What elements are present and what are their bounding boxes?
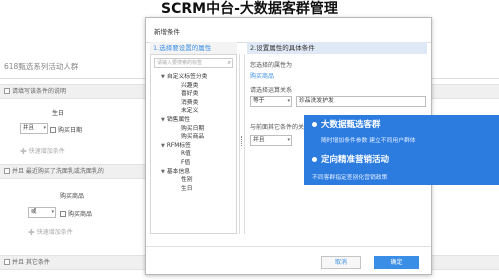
callout-title-2: 定向精准营销活动 bbox=[321, 155, 390, 165]
plus-icon: ✚ bbox=[20, 147, 27, 156]
birthday-operator-select[interactable]: 并且 ▾ bbox=[20, 123, 48, 134]
callout-desc-2: 不同客群指定差别化营销政策 bbox=[312, 175, 388, 181]
feature-callout: 大数据甄选客群 随时增加条件参数 建立不同用户群体 定向精准营销活动 不同客群指… bbox=[304, 115, 499, 185]
checkbox-icon[interactable] bbox=[4, 168, 10, 174]
tree-group[interactable]: ▼ 基本信息 bbox=[161, 168, 190, 176]
dialog-title: 新增条件 bbox=[154, 28, 180, 36]
tree-leaf[interactable]: 兴趣类 bbox=[181, 82, 198, 90]
birthday-label: 生日 bbox=[52, 110, 65, 117]
chevron-down-icon: ▾ bbox=[287, 137, 290, 143]
section-label: 并且 最近购买了洗面乳或洗面乳的 bbox=[12, 168, 104, 175]
caret-down-icon[interactable]: ▼ bbox=[161, 74, 165, 80]
caret-down-icon[interactable]: ▼ bbox=[161, 169, 165, 175]
checkbox-icon[interactable] bbox=[4, 259, 10, 265]
checkbox-icon[interactable] bbox=[50, 127, 56, 133]
drag-handle-icon[interactable] bbox=[241, 136, 243, 146]
callout-title-1: 大数据甄选客群 bbox=[321, 120, 381, 130]
bullet-icon bbox=[312, 122, 317, 127]
buy-product-value: 购买商品 bbox=[60, 209, 92, 218]
section-label: 并且 其它条件 bbox=[12, 259, 50, 266]
tree-leaf[interactable]: 喜好类 bbox=[181, 90, 198, 98]
bullet-icon bbox=[312, 157, 317, 162]
tree-leaf[interactable]: F值 bbox=[181, 159, 190, 167]
buy-product-label: 购买商品 bbox=[60, 193, 85, 200]
attribute-tree-panel: 请输入要搜索的标签 ⌕ ▼ 自定义标签分类 兴趣类 喜好类 消费类 未定义 ▼ 销售属性 购买日期… bbox=[150, 54, 237, 234]
chevron-down-icon: ▾ bbox=[43, 125, 46, 131]
section-label: 请填写该条件的说明 bbox=[12, 88, 67, 95]
cancel-button[interactable]: 取消 bbox=[321, 256, 361, 269]
tree-leaf[interactable]: R值 bbox=[181, 150, 191, 158]
plus-icon: ✚ bbox=[28, 228, 35, 237]
tree-leaf[interactable]: 性别 bbox=[181, 176, 193, 184]
add-condition-link[interactable]: ✚ 快速增加条件 bbox=[20, 146, 65, 156]
checkbox-icon[interactable] bbox=[60, 211, 66, 217]
screenshot-root: SCRM中台-大数据客群管理 618甄选系列活动人群 请填写该条件的说明 生日 … bbox=[0, 0, 499, 280]
tree-leaf[interactable]: 未定义 bbox=[181, 107, 198, 115]
tree-leaf[interactable]: 生日 bbox=[181, 185, 193, 193]
dialog-footer-divider bbox=[146, 246, 431, 247]
headline: SCRM中台-大数据客群管理 bbox=[161, 1, 338, 17]
selected-attr-value[interactable]: 购买商品 bbox=[250, 71, 274, 80]
panel-splitter[interactable] bbox=[239, 54, 245, 234]
relation-select[interactable]: 并且 ▾ bbox=[250, 135, 292, 146]
operator-label: 请选择运算关系 bbox=[250, 87, 293, 94]
selected-attr-label: 您选择的属性为 bbox=[250, 62, 293, 69]
tree-leaf[interactable]: 购买日期 bbox=[181, 125, 204, 133]
operator-select[interactable]: 等于 ▾ bbox=[250, 96, 292, 107]
confirm-button[interactable]: 确定 bbox=[374, 256, 419, 269]
caret-down-icon[interactable]: ▼ bbox=[161, 117, 165, 123]
checkbox-icon[interactable] bbox=[4, 88, 10, 94]
tree-group[interactable]: ▼ RFM标签 bbox=[161, 142, 191, 150]
add-condition-link-2[interactable]: ✚ 快速增加条件 bbox=[28, 227, 73, 237]
buy-product-operator-select[interactable]: 或 ▾ bbox=[28, 207, 56, 218]
tree-group[interactable]: ▼ 销售属性 bbox=[161, 116, 190, 124]
buy-date-label: 购买日期 bbox=[50, 125, 82, 134]
chevron-down-icon: ▾ bbox=[287, 98, 290, 104]
page-title: 618甄选系列活动人群 bbox=[4, 62, 79, 71]
tree-leaf[interactable]: 购买商品 bbox=[181, 133, 204, 141]
callout-desc-1: 随时增加条件参数 建立不同用户群体 bbox=[321, 138, 416, 144]
search-icon[interactable]: ⌕ bbox=[228, 59, 231, 67]
relation-label: 与前面其它条件的关系 bbox=[250, 124, 311, 131]
tag-search-input[interactable]: 请输入要搜索的标签 ⌕ bbox=[154, 58, 233, 68]
operator-value-input[interactable]: 珍品洗发护发 bbox=[296, 96, 426, 107]
caret-down-icon[interactable]: ▼ bbox=[161, 143, 165, 149]
chevron-down-icon: ▾ bbox=[51, 209, 54, 215]
step-2-tab[interactable]: 2.设置属性的具体条件 bbox=[247, 42, 427, 54]
step-1-tab[interactable]: 1.选择要设置的属性 bbox=[150, 42, 237, 54]
tree-group[interactable]: ▼ 自定义标签分类 bbox=[161, 73, 207, 81]
tree-leaf[interactable]: 消费类 bbox=[181, 99, 198, 107]
